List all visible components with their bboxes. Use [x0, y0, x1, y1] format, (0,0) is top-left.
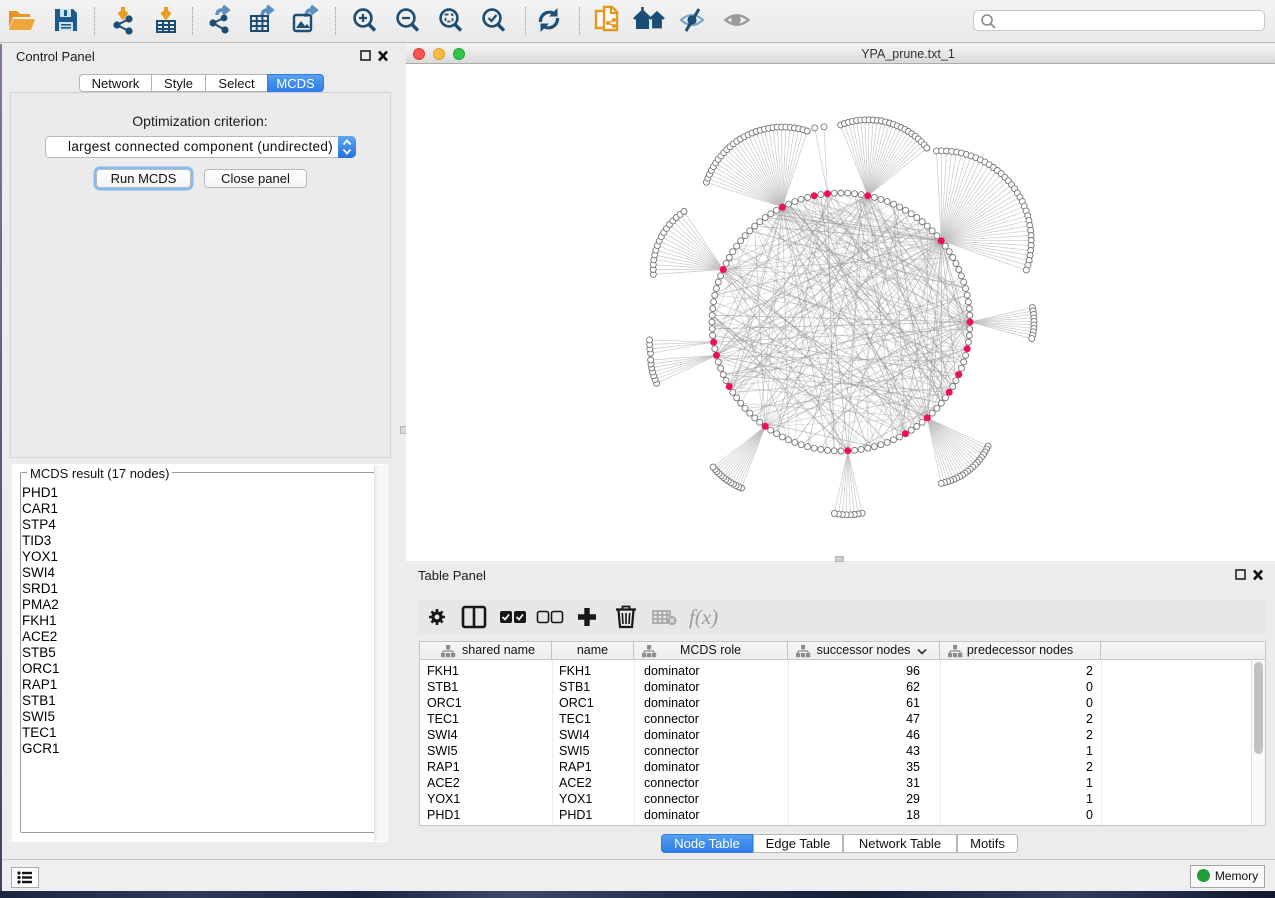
- svg-text:f(x): f(x): [689, 605, 718, 629]
